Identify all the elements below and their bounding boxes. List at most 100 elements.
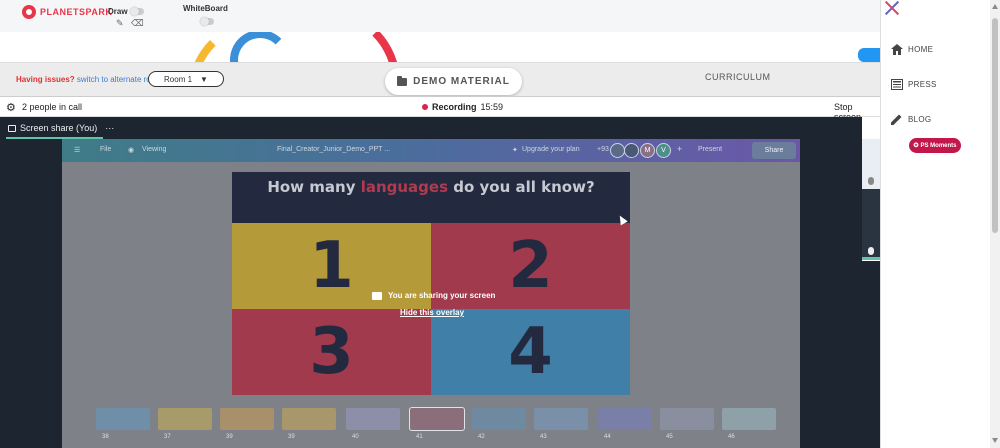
present-button[interactable]: Present	[698, 146, 722, 153]
slide-thumbnail[interactable]	[472, 408, 526, 430]
pencil-icon	[891, 114, 902, 125]
home-icon	[891, 44, 903, 55]
slide-thumbnail[interactable]	[346, 408, 400, 430]
whiteboard-toggle[interactable]	[200, 17, 214, 26]
nav-item-blog[interactable]: BLOG	[891, 114, 931, 125]
thumb-count: 45	[666, 434, 673, 440]
slide-cell-3: 3	[232, 309, 431, 395]
thumb-count: 38	[102, 434, 109, 440]
planetspark-logo[interactable]: PLANETSPARK	[22, 5, 112, 19]
nav-label: HOME	[908, 45, 934, 54]
slide-title-before: How many	[267, 178, 361, 196]
thumb-count: 37	[164, 434, 171, 440]
upgrade-link[interactable]: Upgrade your plan	[522, 146, 580, 153]
slide-thumbnail-selected[interactable]	[409, 407, 465, 431]
top-bar: PLANETSPARK Draw ✎ ⌫ WhiteBoard	[0, 0, 880, 32]
scrollbar[interactable]	[990, 0, 1000, 448]
screen-share-label: Screen share (You)	[20, 123, 98, 133]
avatar	[610, 143, 625, 158]
curriculum-tab[interactable]: CURRICULUM	[705, 72, 771, 82]
collaborator-count: +93	[597, 146, 609, 153]
logo-text: PLANETSPARK	[40, 7, 113, 17]
eye-icon: ◉	[128, 147, 135, 154]
screen-share-tab[interactable]: Screen share (You) ···	[8, 123, 114, 133]
scroll-down-icon[interactable]	[992, 438, 998, 443]
thumb-count: 42	[478, 434, 485, 440]
screen-icon	[372, 291, 382, 300]
slide-thumbnail[interactable]	[598, 408, 652, 430]
gear-icon[interactable]: ⚙	[6, 101, 16, 114]
crown-icon: ✦	[512, 147, 518, 154]
chevron-down-icon: ▼	[200, 74, 208, 84]
side-tab[interactable]	[858, 48, 880, 62]
slide-thumbnail[interactable]	[660, 408, 714, 430]
slide-thumbnail[interactable]	[282, 408, 336, 430]
slide-thumbnail-strip: 38 37 39 39 40 41 42 43 44 45 46	[62, 406, 800, 448]
more-options-icon[interactable]: ···	[105, 123, 114, 133]
close-icon[interactable]	[885, 1, 899, 15]
draw-label: Draw	[108, 7, 128, 16]
video-tile-top	[862, 117, 880, 135]
slide-thumbnail[interactable]	[534, 408, 588, 430]
recording-label: Recording	[432, 102, 477, 112]
issue-text: Having issues? switch to alternate room	[16, 75, 162, 84]
thumb-count: 41	[416, 434, 423, 440]
slide-title-highlight: languages	[360, 178, 449, 196]
nav-item-home[interactable]: HOME	[891, 44, 933, 55]
room-select[interactable]: Room 1 ▼	[148, 71, 224, 87]
moments-icon: ✪	[913, 143, 919, 149]
demo-material-button[interactable]: DEMO MATERIAL	[385, 68, 522, 95]
thumb-count: 39	[226, 434, 233, 440]
folder-icon	[397, 75, 408, 86]
participant-video-strip	[862, 117, 880, 261]
hide-overlay-link[interactable]: Hide this overlay	[400, 308, 464, 317]
slide-canvas: How many languages do you all know? 1 2 …	[232, 172, 630, 395]
issue-label: Having issues?	[16, 75, 75, 84]
slide-thumbnail[interactable]	[722, 408, 776, 430]
file-menu[interactable]: File	[100, 146, 111, 153]
slide-thumbnail[interactable]	[96, 408, 150, 430]
mic-icon[interactable]	[868, 177, 874, 185]
app-root: PLANETSPARK Draw ✎ ⌫ WhiteBoard Having i…	[0, 0, 1000, 448]
slide-thumbnail[interactable]	[158, 408, 212, 430]
thumb-count: 40	[352, 434, 359, 440]
mic-icon[interactable]	[868, 247, 874, 255]
audio-level-bar	[862, 257, 880, 260]
document-title: Final_Creator_Junior_Demo_PPT ...	[277, 146, 391, 153]
thumb-count: 43	[540, 434, 547, 440]
canva-toolbar: ☰ File ◉ Viewing Final_Creator_Junior_De…	[62, 139, 800, 162]
scroll-thumb[interactable]	[992, 18, 998, 233]
monitor-icon	[8, 124, 16, 132]
slide-title-after: do you all know?	[448, 178, 595, 196]
eraser-icon[interactable]: ⌫	[131, 18, 144, 29]
sharing-overlay-message: You are sharing your screen	[372, 291, 495, 300]
avatar-v: V	[656, 143, 671, 158]
slide-thumbnail[interactable]	[220, 408, 274, 430]
slide-cell-4: 4	[431, 309, 630, 395]
add-collaborator-icon[interactable]: +	[677, 144, 682, 154]
thumb-count: 39	[288, 434, 295, 440]
share-button[interactable]: Share	[752, 142, 796, 159]
call-bar: ⚙ 2 people in call Recording 15:59 Stop …	[0, 96, 880, 122]
recording-indicator: Recording 15:59	[422, 102, 503, 112]
logo-icon	[22, 5, 36, 19]
room-label: Room 1	[164, 74, 193, 84]
recording-time: 15:59	[480, 102, 504, 112]
screen-share-stage: Screen share (You) ··· ☰ File ◉ Viewing …	[0, 117, 880, 448]
hamburger-icon[interactable]: ☰	[74, 146, 80, 154]
thumb-count: 46	[728, 434, 735, 440]
avatar-m: M	[640, 143, 655, 158]
people-count: 2 people in call	[22, 102, 83, 112]
sharing-overlay-text: You are sharing your screen	[388, 291, 496, 300]
nav-item-press[interactable]: PRESS	[891, 79, 937, 90]
whiteboard-label: WhiteBoard	[183, 4, 228, 13]
moments-label: PS Moments	[920, 142, 957, 149]
scroll-up-icon[interactable]	[992, 4, 998, 9]
draw-toggle[interactable]	[130, 7, 144, 16]
slide-title: How many languages do you all know?	[232, 172, 630, 223]
newspaper-icon	[891, 79, 903, 90]
nav-label: PRESS	[908, 80, 937, 89]
ps-moments-button[interactable]: ✪ PS Moments	[909, 138, 961, 153]
pencil-icon[interactable]: ✎	[116, 18, 124, 29]
viewing-mode[interactable]: Viewing	[142, 146, 166, 153]
